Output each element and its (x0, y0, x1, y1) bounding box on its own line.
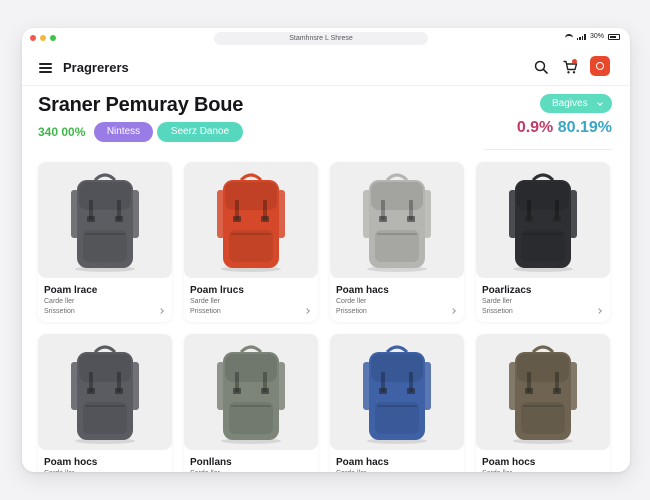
product-subtitle: Srissetion (44, 308, 75, 315)
address-bar[interactable]: Stamhnsre L Shrese (214, 32, 428, 45)
product-subtitle: Prissetion (190, 308, 221, 315)
product-card[interactable]: Poam hocsSarde llerSrissetion (476, 334, 610, 472)
backpack-icon (217, 173, 285, 272)
product-card[interactable]: Poam hacsCorde llerPrissetion (330, 334, 464, 472)
app-window: Stamhnsre L Shrese 30% Pragrerers Sraner… (22, 28, 630, 472)
product-name: Ponllans (190, 457, 232, 468)
product-subtitle: Prissetion (336, 308, 367, 315)
product-image[interactable] (476, 334, 610, 450)
product-vendor: Sarde ller (190, 470, 220, 472)
minimize-dot[interactable] (40, 35, 46, 41)
product-vendor: Corde ller (336, 298, 367, 305)
backpack-icon (509, 173, 577, 272)
product-card[interactable]: Poam hocsCarde llerSrissetion (38, 334, 172, 472)
product-name: Poam hacs (336, 285, 389, 296)
backpack-icon (363, 173, 431, 272)
product-image[interactable] (476, 162, 610, 278)
chip-seerz-danoe[interactable]: Seerz Danoe (157, 122, 243, 142)
product-card[interactable]: Poam hacs Corde ller Prissetion (330, 162, 464, 322)
chevron-right-icon[interactable] (158, 308, 164, 314)
backpack-icon (217, 345, 285, 444)
product-vendor: Carde ller (44, 470, 74, 472)
maximize-dot[interactable] (50, 35, 56, 41)
window-controls (30, 35, 56, 41)
product-vendor: Sarde ller (482, 470, 512, 472)
chevron-right-icon[interactable] (450, 308, 456, 314)
brand-button[interactable] (590, 56, 610, 76)
backpack-icon (71, 173, 139, 272)
chevron-right-icon[interactable] (596, 308, 602, 314)
app-title: Pragrerers (63, 60, 129, 75)
backpack-icon (509, 345, 577, 444)
stat-a: 0.9% (516, 119, 554, 136)
brand-icon (596, 62, 604, 70)
window-chrome: Stamhnsre L Shrese 30% (22, 28, 630, 48)
search-icon[interactable] (534, 60, 548, 74)
product-vendor: Sarde ller (190, 298, 220, 305)
product-card[interactable]: PonllansSarde llerPrissetion (184, 334, 318, 472)
product-name: Poam lrucs (190, 285, 244, 296)
signal-icon (576, 33, 586, 40)
product-card[interactable]: Poam lrace Carde ller Srissetion (38, 162, 172, 322)
divider (484, 149, 612, 150)
product-card[interactable]: Poarlizacs Sarde ller Srissetion (476, 162, 610, 322)
cart-badge (572, 59, 577, 64)
product-name: Poam hacs (336, 457, 389, 468)
stats-summary: 0.9% 80.19% (517, 119, 612, 137)
product-name: Poarlizacs (482, 285, 532, 296)
wifi-icon (564, 33, 573, 40)
stat-b: 80.19% (557, 119, 612, 136)
product-image[interactable] (184, 162, 318, 278)
product-card[interactable]: Poam lrucs Sarde ller Prissetion (184, 162, 318, 322)
product-image[interactable] (330, 162, 464, 278)
chevron-right-icon[interactable] (304, 308, 310, 314)
page-title: Sraner Pemuray Boue (38, 94, 244, 116)
battery-icon (608, 33, 620, 40)
stat-green: 340 00% (38, 125, 86, 139)
product-name: Poam lrace (44, 285, 98, 296)
filter-label: Bagives (552, 98, 588, 109)
chevron-down-icon (597, 100, 603, 106)
close-dot[interactable] (30, 35, 36, 41)
product-image[interactable] (38, 334, 172, 450)
status-area: 30% (564, 33, 620, 40)
backpack-icon (71, 345, 139, 444)
battery-percent: 30% (589, 33, 604, 40)
menu-icon[interactable] (39, 63, 52, 73)
product-subtitle: Srissetion (482, 308, 513, 315)
product-name: Poam hocs (44, 457, 98, 468)
product-image[interactable] (38, 162, 172, 278)
product-name: Poam hocs (482, 457, 536, 468)
filter-dropdown[interactable]: Bagives (540, 94, 612, 113)
chip-nintess[interactable]: Nintess (94, 122, 153, 142)
app-header: Pragrerers (22, 50, 630, 86)
backpack-icon (363, 345, 431, 444)
product-vendor: Carde ller (44, 298, 75, 305)
product-vendor: Corde ller (336, 470, 366, 472)
product-image[interactable] (184, 334, 318, 450)
product-vendor: Sarde ller (482, 298, 512, 305)
product-image[interactable] (330, 334, 464, 450)
